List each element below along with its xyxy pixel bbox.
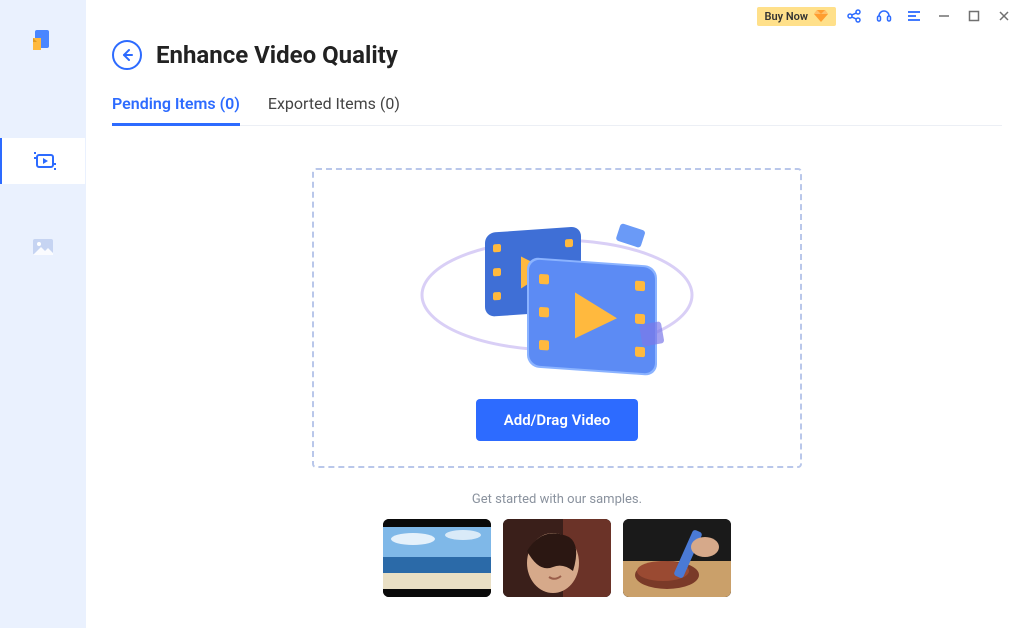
sample-cooking[interactable] — [623, 519, 731, 597]
titlebar: Buy Now — [86, 0, 1024, 26]
minimize-button[interactable] — [932, 4, 956, 28]
add-video-button[interactable]: Add/Drag Video — [476, 399, 638, 441]
add-video-button-label: Add/Drag Video — [504, 411, 610, 429]
dropzone-illustration — [407, 195, 707, 385]
arrow-left-icon — [120, 48, 134, 62]
back-button[interactable] — [112, 40, 142, 70]
image-icon — [33, 239, 53, 255]
buy-now-button[interactable]: Buy Now — [757, 7, 836, 26]
app-logo — [31, 28, 55, 52]
menu-icon[interactable] — [902, 4, 926, 28]
page-title: Enhance Video Quality — [156, 41, 398, 69]
sample-beach[interactable] — [383, 519, 491, 597]
tab-exported[interactable]: Exported Items (0) — [268, 94, 400, 125]
dropzone[interactable]: Add/Drag Video — [312, 168, 802, 468]
support-icon[interactable] — [872, 4, 896, 28]
sidebar-item-video[interactable] — [0, 138, 85, 184]
samples-row — [112, 519, 1002, 597]
tabs: Pending Items (0) Exported Items (0) — [112, 94, 1002, 126]
tab-pending-label: Pending Items (0) — [112, 94, 240, 113]
share-icon[interactable] — [842, 4, 866, 28]
sidebar — [0, 0, 86, 628]
tab-pending[interactable]: Pending Items (0) — [112, 94, 240, 125]
main-panel: Buy Now Enhance Video Quality — [86, 0, 1024, 628]
maximize-button[interactable] — [962, 4, 986, 28]
close-button[interactable] — [992, 4, 1016, 28]
video-icon — [34, 152, 56, 170]
header-row: Enhance Video Quality — [112, 40, 1002, 70]
tab-exported-label: Exported Items (0) — [268, 94, 400, 113]
sidebar-item-image[interactable] — [0, 224, 86, 270]
content-area: Enhance Video Quality Pending Items (0) … — [86, 26, 1024, 628]
samples-label: Get started with our samples. — [112, 492, 1002, 507]
diamond-icon — [814, 10, 828, 22]
sample-portrait[interactable] — [503, 519, 611, 597]
buy-now-label: Buy Now — [765, 10, 808, 23]
